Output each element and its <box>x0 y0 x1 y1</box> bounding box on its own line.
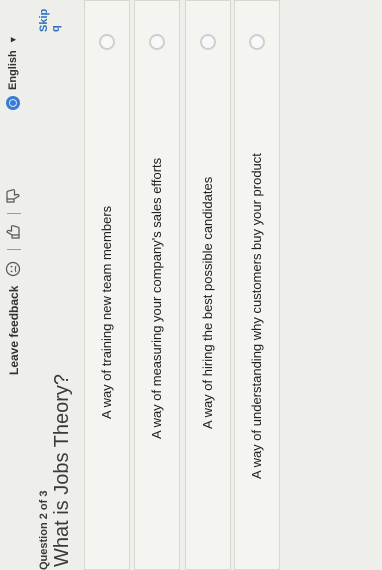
answer-option-4[interactable]: A way of training new team members <box>84 0 130 570</box>
question-title: What is Jobs Theory? <box>51 373 73 567</box>
confused-face-icon[interactable] <box>3 259 23 279</box>
quiz-screen: Leave feedback English ▼ Question 2 of 3… <box>0 0 382 570</box>
feedback-bar: Leave feedback English ▼ <box>0 0 30 570</box>
language-selector[interactable]: English ▼ <box>6 35 20 110</box>
answer-option-2[interactable]: A way of hiring the best possible candid… <box>185 0 231 570</box>
divider <box>7 213 21 214</box>
answer-option-label: A way of training new team members <box>99 205 114 419</box>
answer-option-3[interactable]: A way of measuring your company's sales … <box>134 0 180 570</box>
leave-feedback-label: Leave feedback <box>7 285 21 375</box>
chevron-down-icon: ▼ <box>8 35 18 45</box>
radio-button[interactable] <box>99 34 115 50</box>
globe-icon <box>6 96 20 110</box>
divider <box>7 249 21 250</box>
question-counter: Question 2 of 3 <box>38 490 50 570</box>
answer-option-label: A way of understanding why customers buy… <box>249 153 264 479</box>
radio-button[interactable] <box>149 34 165 50</box>
answer-option-1[interactable]: A way of understanding why customers buy… <box>234 0 280 570</box>
thumbs-up-icon[interactable] <box>3 222 23 242</box>
answer-option-label: A way of measuring your company's sales … <box>149 157 164 439</box>
radio-button[interactable] <box>249 34 265 50</box>
thumbs-down-icon[interactable] <box>3 186 23 206</box>
language-label: English <box>7 50 19 90</box>
skip-question-link[interactable]: Skip q <box>38 0 62 32</box>
answer-option-label: A way of hiring the best possible candid… <box>200 176 215 429</box>
radio-button[interactable] <box>200 34 216 50</box>
